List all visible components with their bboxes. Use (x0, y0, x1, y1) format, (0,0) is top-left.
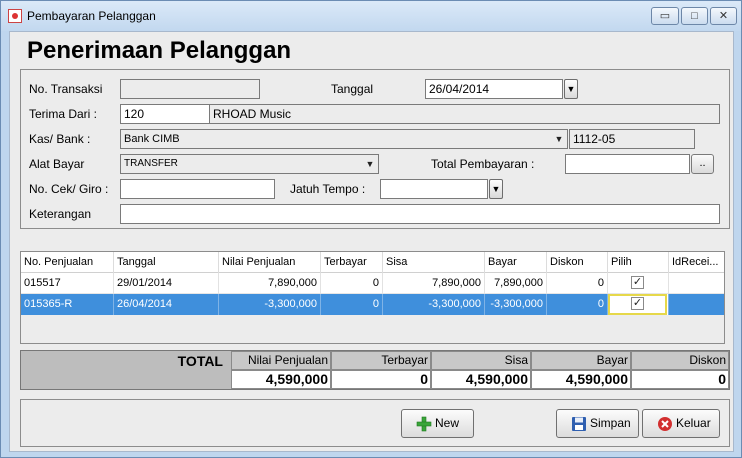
total-value-sisa: 4,590,000 (431, 370, 531, 389)
total-header-bayar: Bayar (531, 351, 631, 370)
jatuh-tempo-label: Jatuh Tempo : (290, 182, 366, 196)
new-button[interactable]: New (401, 409, 474, 438)
focused-cell-border (608, 294, 667, 315)
total-pembayaran-label: Total Pembayaran : (431, 157, 535, 171)
cell-no-penjualan: 015365-R (21, 294, 114, 315)
cell-sisa: -3,300,000 (383, 294, 485, 315)
total-value-nilai-penjualan: 4,590,000 (231, 370, 331, 389)
tanggal-field[interactable]: 26/04/2014 (425, 79, 563, 99)
cell-diskon[interactable]: 0 (547, 294, 608, 315)
terima-dari-label: Terima Dari : (29, 107, 98, 121)
invoice-table[interactable]: No. Penjualan Tanggal Nilai Penjualan Te… (20, 251, 725, 344)
total-col-sisa: Sisa 4,590,000 (431, 351, 531, 389)
new-button-label: New (435, 416, 460, 430)
no-transaksi-field[interactable] (120, 79, 260, 99)
form-client-area: Penerimaan Pelanggan No. Transaksi Tangg… (9, 31, 734, 452)
app-window: Pembayaran Pelanggan ▭ □ ✕ Penerimaan Pe… (0, 0, 742, 458)
tanggal-label: Tanggal (331, 82, 374, 96)
table-row[interactable]: 015517 29/01/2014 7,890,000 0 7,890,000 … (21, 273, 724, 294)
jatuh-tempo-field[interactable] (380, 179, 488, 199)
total-header-diskon: Diskon (631, 351, 729, 370)
cell-sisa: 7,890,000 (383, 273, 485, 294)
total-col-bayar: Bayar 4,590,000 (531, 351, 631, 389)
simpan-button-label: Simpan (590, 416, 631, 430)
maximize-button[interactable]: □ (681, 7, 708, 25)
col-header-sisa[interactable]: Sisa (383, 252, 485, 273)
button-panel: New Simpan Keluar (20, 399, 730, 447)
chevron-down-icon: ▼ (566, 84, 576, 94)
cell-tanggal: 29/01/2014 (114, 273, 219, 294)
title-bar[interactable]: Pembayaran Pelanggan ▭ □ ✕ (1, 1, 741, 31)
total-col-terbayar: Terbayar 0 (331, 351, 431, 389)
keterangan-field[interactable] (120, 204, 720, 224)
cell-terbayar: 0 (321, 273, 383, 294)
browse-button[interactable]: .. (691, 154, 714, 174)
cell-idreceipt (669, 273, 724, 294)
total-value-terbayar: 0 (331, 370, 431, 389)
exit-icon (658, 417, 672, 431)
total-header-sisa: Sisa (431, 351, 531, 370)
jatuh-tempo-dropdown-button[interactable]: ▼ (489, 179, 503, 199)
page-title: Penerimaan Pelanggan (27, 37, 292, 64)
col-header-idreceipt[interactable]: IdRecei... (669, 252, 724, 273)
total-header-nilai-penjualan: Nilai Penjualan (231, 351, 331, 370)
table-header-row: No. Penjualan Tanggal Nilai Penjualan Te… (21, 252, 724, 273)
cell-idreceipt (669, 294, 724, 315)
java-app-icon (8, 9, 22, 23)
simpan-button[interactable]: Simpan (556, 409, 639, 438)
total-value-bayar: 4,590,000 (531, 370, 631, 389)
kas-bank-label: Kas/ Bank : (29, 132, 91, 146)
col-header-tanggal[interactable]: Tanggal (114, 252, 219, 273)
alat-bayar-label: Alat Bayar (29, 157, 85, 171)
total-label: TOTAL (21, 351, 231, 389)
cell-bayar[interactable]: -3,300,000 (485, 294, 547, 315)
col-header-pilih[interactable]: Pilih (608, 252, 669, 273)
cell-nilai-penjualan: 7,890,000 (219, 273, 321, 294)
total-col-diskon: Diskon 0 (631, 351, 729, 389)
col-header-diskon[interactable]: Diskon (547, 252, 608, 273)
close-button[interactable]: ✕ (710, 7, 737, 25)
col-header-no-penjualan[interactable]: No. Penjualan (21, 252, 114, 273)
keterangan-label: Keterangan (29, 207, 92, 221)
keluar-button-label: Keluar (676, 416, 711, 430)
cell-diskon[interactable]: 0 (547, 273, 608, 294)
alat-bayar-combo[interactable]: TRANSFER ▼ (120, 154, 379, 174)
kas-bank-account-field[interactable]: 1112-05 (569, 129, 695, 149)
col-header-bayar[interactable]: Bayar (485, 252, 547, 273)
total-value-diskon: 0 (631, 370, 729, 389)
minimize-button[interactable]: ▭ (651, 7, 679, 25)
chevron-down-icon: ▼ (365, 159, 375, 169)
chevron-down-icon: ▼ (554, 134, 564, 144)
cell-pilih: ✓ (608, 273, 669, 294)
terima-dari-code-field[interactable]: 120 (120, 104, 210, 124)
plus-icon (416, 416, 432, 432)
total-col-nilai-penjualan: Nilai Penjualan 4,590,000 (231, 351, 331, 389)
keluar-button[interactable]: Keluar (642, 409, 720, 438)
col-header-nilai-penjualan[interactable]: Nilai Penjualan (219, 252, 321, 273)
total-pembayaran-field[interactable] (565, 154, 690, 174)
no-cek-field[interactable] (120, 179, 275, 199)
cell-terbayar: 0 (321, 294, 383, 315)
col-header-terbayar[interactable]: Terbayar (321, 252, 383, 273)
kas-bank-combo[interactable]: Bank CIMB ▼ (120, 129, 568, 149)
input-panel: No. Transaksi Tanggal 26/04/2014 ▼ Terim… (20, 69, 730, 229)
cell-bayar[interactable]: 7,890,000 (485, 273, 547, 294)
cell-tanggal: 26/04/2014 (114, 294, 219, 315)
pilih-checkbox[interactable]: ✓ (631, 276, 644, 289)
total-header-terbayar: Terbayar (331, 351, 431, 370)
no-cek-label: No. Cek/ Giro : (29, 182, 109, 196)
floppy-disk-icon (572, 417, 586, 431)
chevron-down-icon: ▼ (491, 184, 501, 194)
no-transaksi-label: No. Transaksi (29, 82, 103, 96)
cell-no-penjualan: 015517 (21, 273, 114, 294)
terima-dari-name-field[interactable]: RHOAD Music (209, 104, 720, 124)
alat-bayar-value: TRANSFER (124, 158, 178, 169)
kas-bank-value: Bank CIMB (124, 133, 180, 145)
window-title: Pembayaran Pelanggan (27, 9, 156, 23)
totals-bar: TOTAL Nilai Penjualan 4,590,000 Terbayar… (20, 350, 730, 390)
cell-nilai-penjualan: -3,300,000 (219, 294, 321, 315)
tanggal-dropdown-button[interactable]: ▼ (564, 79, 578, 99)
